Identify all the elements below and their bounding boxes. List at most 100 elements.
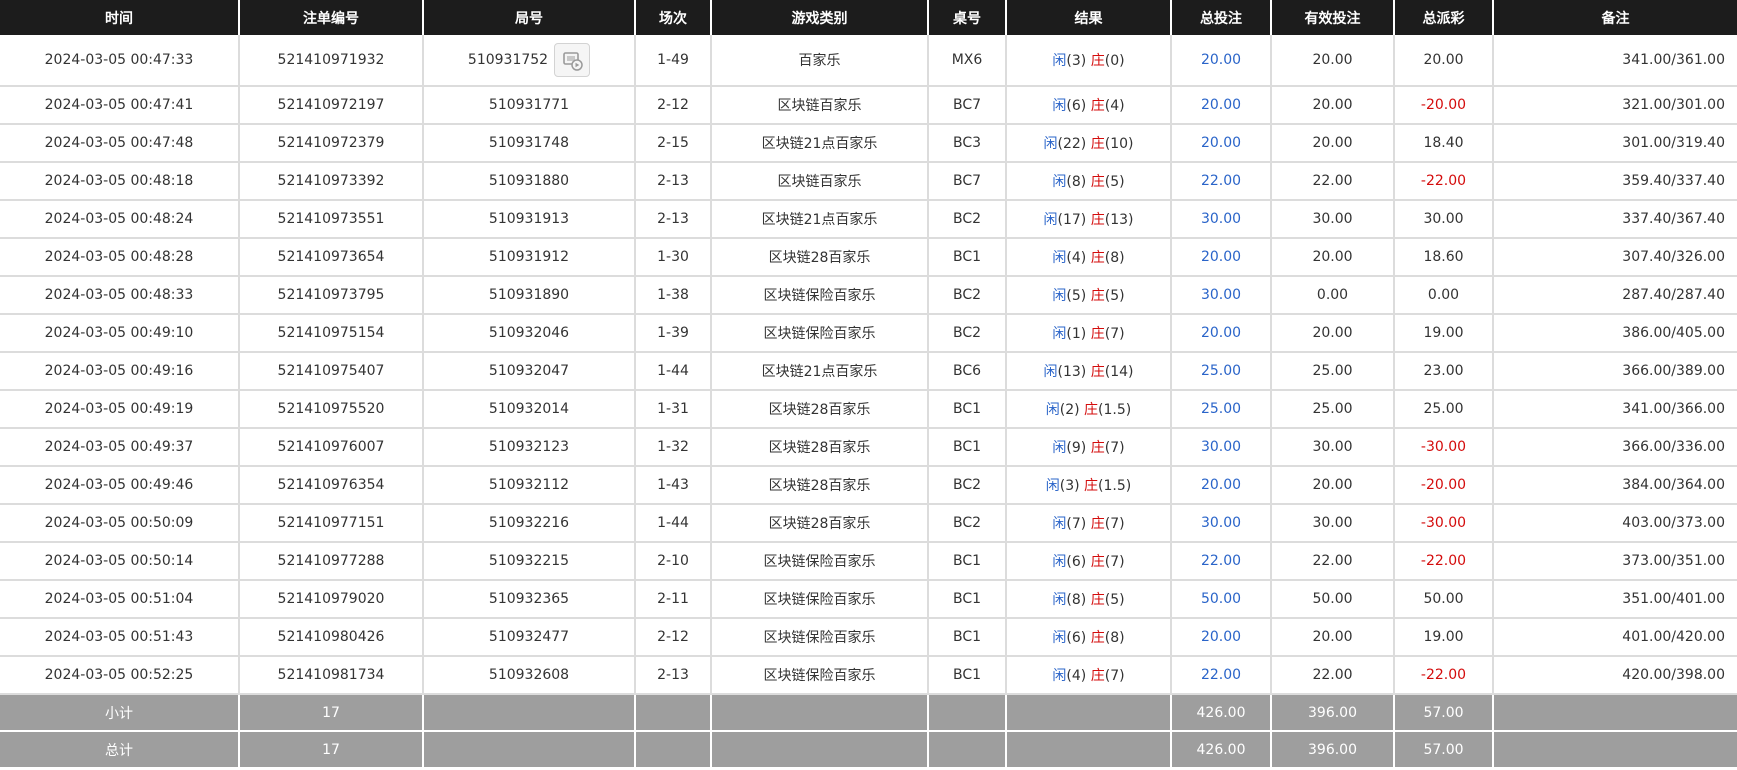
cell-total-payout: 0.00 xyxy=(1394,276,1494,315)
player-label: 闲 xyxy=(1043,136,1058,152)
cell-order-no: 521410980426 xyxy=(239,618,424,657)
subtotal-label: 小计 xyxy=(0,694,240,732)
player-label: 闲 xyxy=(1052,250,1067,266)
cell-table-no: BC7 xyxy=(928,162,1007,201)
player-score-wrap: (8) xyxy=(1066,174,1091,190)
banker-score-wrap: (5) xyxy=(1104,592,1125,608)
player-score: 1 xyxy=(1071,326,1081,342)
banker-label: 庄 xyxy=(1084,402,1099,418)
cell-note: 351.00/401.00 xyxy=(1493,580,1737,619)
cell-table-no: BC3 xyxy=(928,124,1007,163)
table-row: 2024-03-05 00:51:43 521410980426 510932477… xyxy=(0,618,1737,657)
player-label: 闲 xyxy=(1052,630,1067,646)
banker-score: 7 xyxy=(1110,440,1120,456)
header-game-type: 游戏类别 xyxy=(711,0,929,35)
cell-valid-bet: 25.00 xyxy=(1271,390,1395,429)
video-replay-icon[interactable] xyxy=(554,43,591,77)
cell-session: 1-39 xyxy=(635,314,712,353)
table-row: 2024-03-05 00:47:33 521410971932 510931752… xyxy=(0,35,1737,87)
round-no-text: 510931890 xyxy=(488,287,570,303)
table-row: 2024-03-05 00:48:33 521410973795 510931890… xyxy=(0,276,1737,315)
header-table-no: 桌号 xyxy=(928,0,1007,35)
table-row: 2024-03-05 00:47:41 521410972197 510931771… xyxy=(0,86,1737,125)
cell-result: 闲(7) 庄(7) xyxy=(1006,504,1172,543)
banker-label: 庄 xyxy=(1084,478,1099,494)
cell-result: 闲(8) 庄(5) xyxy=(1006,162,1172,201)
player-score-wrap: (2) xyxy=(1059,402,1085,418)
player-label: 闲 xyxy=(1052,554,1067,570)
cell-game-type: 区块链28百家乐 xyxy=(711,390,929,429)
cell-round-no: 510931771 xyxy=(423,86,636,125)
table-row: 2024-03-05 00:49:46 521410976354 510932112… xyxy=(0,466,1737,505)
player-score-wrap: (3) xyxy=(1059,478,1085,494)
cell-time: 2024-03-05 00:51:04 xyxy=(0,580,240,619)
player-score-wrap: (4) xyxy=(1066,668,1091,684)
table-row: 2024-03-05 00:51:04 521410979020 510932365… xyxy=(0,580,1737,619)
cell-round-no: 510932215 xyxy=(423,542,636,581)
banker-score-wrap: (7) xyxy=(1104,516,1125,532)
cell-session: 2-13 xyxy=(635,200,712,239)
player-score: 22 xyxy=(1062,136,1081,152)
cell-session: 1-38 xyxy=(635,276,712,315)
player-label: 闲 xyxy=(1052,440,1067,456)
cell-table-no: BC1 xyxy=(928,618,1007,657)
player-score: 2 xyxy=(1065,402,1075,418)
cell-valid-bet: 22.00 xyxy=(1271,542,1395,581)
player-score: 13 xyxy=(1062,364,1081,380)
cell-valid-bet: 30.00 xyxy=(1271,428,1395,467)
player-label: 闲 xyxy=(1052,326,1067,342)
cell-note: 403.00/373.00 xyxy=(1493,504,1737,543)
cell-session: 1-44 xyxy=(635,352,712,391)
banker-label: 庄 xyxy=(1090,174,1105,190)
player-score: 5 xyxy=(1071,288,1081,304)
table-row: 2024-03-05 00:49:37 521410976007 510932123… xyxy=(0,428,1737,467)
banker-score: 8 xyxy=(1110,250,1120,266)
table-row: 2024-03-05 00:48:24 521410973551 510931913… xyxy=(0,200,1737,239)
player-score: 4 xyxy=(1071,668,1081,684)
cell-total-bet: 50.00 xyxy=(1171,580,1272,619)
banker-score: 7 xyxy=(1110,668,1120,684)
cell-total-bet: 20.00 xyxy=(1171,124,1272,163)
round-no-text: 510932046 xyxy=(488,325,570,341)
banker-score-wrap: (14) xyxy=(1104,364,1134,380)
cell-total-bet: 25.00 xyxy=(1171,352,1272,391)
player-score: 6 xyxy=(1071,630,1081,646)
table-row: 2024-03-05 00:49:16 521410975407 510932047… xyxy=(0,352,1737,391)
cell-table-no: BC2 xyxy=(928,276,1007,315)
player-score-wrap: (8) xyxy=(1066,592,1091,608)
banker-score-wrap: (7) xyxy=(1104,440,1125,456)
cell-table-no: BC2 xyxy=(928,314,1007,353)
cell-table-no: MX6 xyxy=(928,35,1007,87)
cell-time: 2024-03-05 00:48:28 xyxy=(0,238,240,277)
subtotal-valid-bet: 396.00 xyxy=(1271,694,1395,732)
cell-round-no: 510931890 xyxy=(423,276,636,315)
cell-session: 1-31 xyxy=(635,390,712,429)
banker-label: 庄 xyxy=(1090,516,1105,532)
cell-round-no: 510932046 xyxy=(423,314,636,353)
banker-score-wrap: (7) xyxy=(1104,668,1125,684)
cell-round-no: 510932047 xyxy=(423,352,636,391)
banker-score-wrap: (1.5) xyxy=(1098,478,1132,494)
cell-total-bet: 20.00 xyxy=(1171,618,1272,657)
grand-total-count: 17 xyxy=(239,731,424,769)
cell-result: 闲(6) 庄(7) xyxy=(1006,542,1172,581)
header-total-bet: 总投注 xyxy=(1171,0,1272,35)
cell-result: 闲(13) 庄(14) xyxy=(1006,352,1172,391)
header-note: 备注 xyxy=(1493,0,1737,35)
cell-session: 1-43 xyxy=(635,466,712,505)
cell-order-no: 521410973795 xyxy=(239,276,424,315)
cell-round-no: 510932608 xyxy=(423,656,636,695)
cell-time: 2024-03-05 00:51:43 xyxy=(0,618,240,657)
round-no-text: 510932014 xyxy=(488,401,570,417)
cell-time: 2024-03-05 00:47:33 xyxy=(0,35,240,87)
cell-total-payout: 18.60 xyxy=(1394,238,1494,277)
cell-result: 闲(6) 庄(8) xyxy=(1006,618,1172,657)
cell-total-bet: 22.00 xyxy=(1171,542,1272,581)
cell-total-bet: 20.00 xyxy=(1171,466,1272,505)
cell-total-payout: 25.00 xyxy=(1394,390,1494,429)
cell-result: 闲(1) 庄(7) xyxy=(1006,314,1172,353)
cell-order-no: 521410971932 xyxy=(239,35,424,87)
subtotal-payout: 57.00 xyxy=(1394,694,1494,732)
player-label: 闲 xyxy=(1052,174,1067,190)
banker-score: 7 xyxy=(1110,326,1120,342)
